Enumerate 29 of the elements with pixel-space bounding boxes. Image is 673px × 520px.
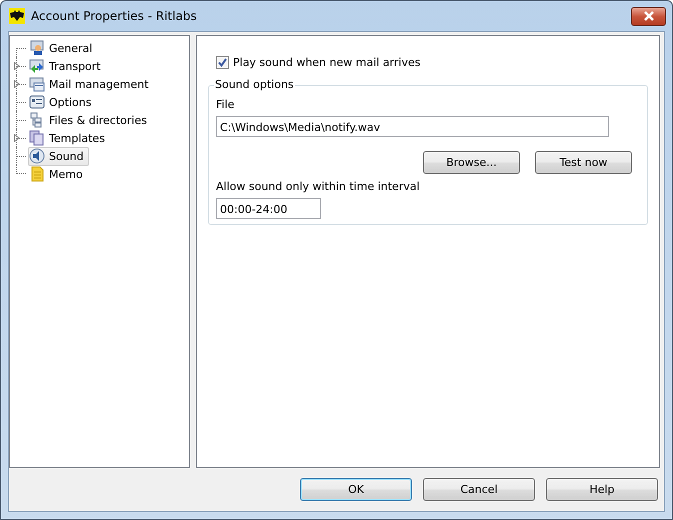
help-button[interactable]: Help	[546, 478, 658, 501]
tree-item[interactable]: Options	[28, 92, 96, 112]
bat-logo-icon	[9, 8, 25, 24]
file-path-field[interactable]: C:\Windows\Media\notify.wav	[216, 116, 609, 137]
checkbox[interactable]	[216, 56, 229, 69]
note-icon	[29, 166, 45, 182]
browse-button[interactable]: Browse...	[423, 151, 520, 174]
window-title: Account Properties - Ritlabs	[31, 9, 197, 23]
tree-item[interactable]: Files & directories	[28, 110, 152, 130]
pages-icon	[29, 130, 45, 146]
speaker-icon	[29, 148, 45, 164]
tree-item[interactable]: General	[28, 38, 98, 58]
cancel-button[interactable]: Cancel	[423, 478, 535, 501]
ok-button[interactable]: OK	[300, 478, 412, 501]
tree-item[interactable]: Memo	[28, 164, 88, 184]
close-button[interactable]	[631, 6, 666, 26]
test-button[interactable]: Test now	[535, 151, 632, 174]
tree-item[interactable]: Sound	[28, 146, 89, 166]
time-interval-field[interactable]: 00:00-24:00	[216, 198, 321, 219]
tree-item[interactable]: Templates	[28, 128, 110, 148]
checkbox-label[interactable]: Play sound when new mail arrives	[233, 56, 420, 69]
form-icon	[29, 94, 45, 110]
tree-item[interactable]: Mail management	[28, 74, 154, 94]
field-label: File	[216, 98, 236, 111]
close-icon	[642, 11, 656, 21]
envelope-arrows-icon	[29, 58, 45, 74]
tree-item[interactable]: Transport	[28, 56, 106, 76]
group-title: Sound options	[214, 78, 295, 91]
field-label: Allow sound only within time interval	[216, 180, 421, 193]
